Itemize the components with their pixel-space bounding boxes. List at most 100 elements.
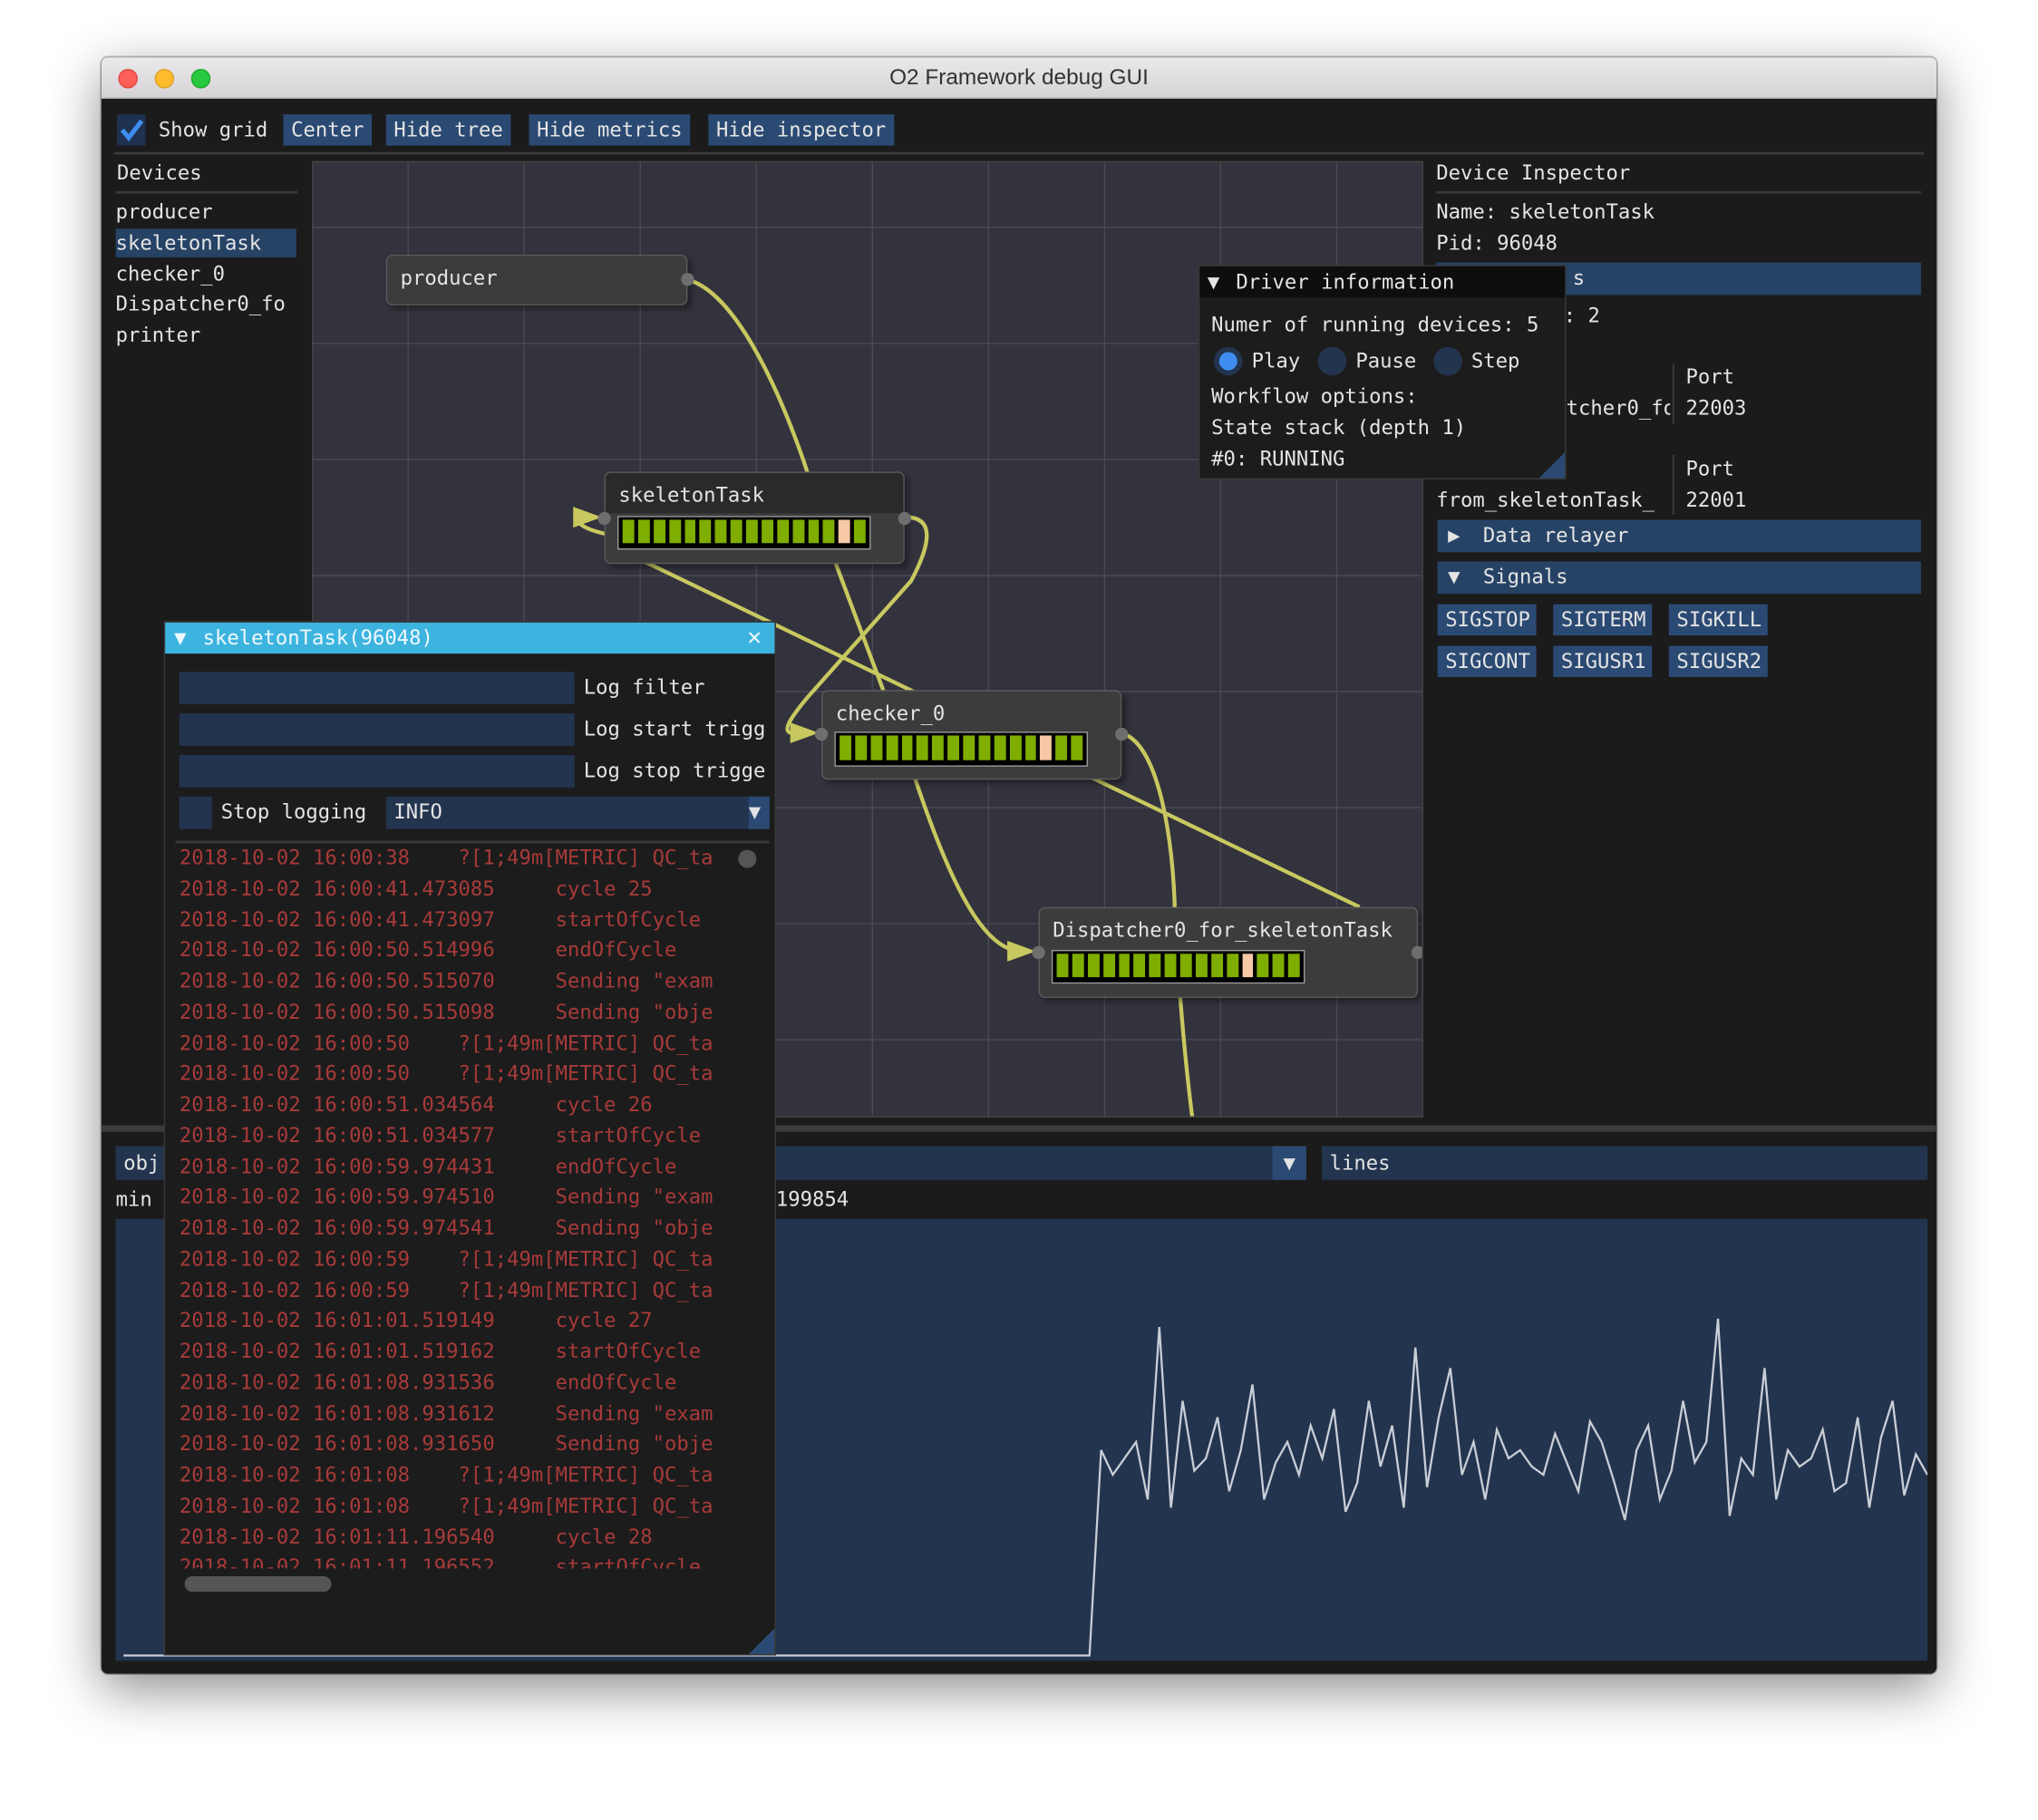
- node-title: producer: [400, 266, 498, 290]
- activity-segment: [870, 735, 882, 760]
- step-radio[interactable]: [1433, 346, 1462, 376]
- activity-segment: [776, 519, 789, 544]
- sigusr2-button[interactable]: SIGUSR2: [1668, 645, 1768, 677]
- hide-tree-button[interactable]: Hide tree: [385, 114, 511, 146]
- resize-grip-icon[interactable]: [748, 1628, 775, 1655]
- log-start-trigger-input[interactable]: [179, 713, 575, 746]
- stop-logging-label: Stop logging: [220, 800, 367, 824]
- output-port[interactable]: [898, 511, 912, 526]
- activity-segment: [901, 735, 913, 760]
- show-grid-label: Show grid: [158, 118, 268, 142]
- log-line: 2018-10-02 16:00:41.473085 cycle 25: [179, 876, 653, 901]
- step-label: Step: [1470, 349, 1520, 373]
- activity-segment: [1287, 954, 1300, 978]
- input-port[interactable]: [814, 727, 829, 741]
- activity-segment: [978, 735, 991, 760]
- caret-down-icon: ▼: [1448, 565, 1461, 589]
- log-line: 2018-10-02 16:01:01.519162 startOfCycle: [179, 1340, 702, 1363]
- data-relayer-header[interactable]: ▶ Data relayer: [1437, 519, 1921, 553]
- activity-segment: [1164, 954, 1177, 978]
- horizontal-scrollbar-thumb[interactable]: [184, 1576, 332, 1592]
- activity-segment: [622, 519, 635, 544]
- caret-down-icon[interactable]: ▼: [1208, 269, 1219, 295]
- log-line: 2018-10-02 16:01:11.196552 startOfCycle: [179, 1555, 702, 1569]
- devices-list: producer skeletonTask checker_0 Dispatch…: [116, 198, 298, 353]
- node-checker[interactable]: checker_0: [814, 690, 1129, 780]
- log-line: 2018-10-02 16:00:59.974541 Sending "obje: [179, 1215, 713, 1240]
- activity-segment: [808, 519, 820, 544]
- toolbar-separator: [114, 151, 1924, 155]
- devices-title: Devices: [117, 160, 202, 185]
- activity-segment: [1102, 954, 1115, 978]
- resize-grip-icon[interactable]: [1538, 451, 1566, 479]
- port-header: Port: [1685, 457, 1734, 481]
- activity-segment: [1272, 954, 1285, 978]
- log-line: 2018-10-02 16:00:50 ?[1;49m[METRIC] QC_t…: [179, 1031, 713, 1055]
- input-port[interactable]: [1032, 945, 1045, 960]
- sigcont-button[interactable]: SIGCONT: [1437, 645, 1537, 677]
- activity-bar: [834, 731, 1088, 767]
- sigusr1-button[interactable]: SIGUSR1: [1553, 645, 1653, 677]
- vertical-scrollbar-thumb[interactable]: [738, 849, 757, 868]
- log-line: 2018-10-02 16:01:08.931650 Sending "obje: [179, 1432, 713, 1457]
- activity-segment: [1133, 954, 1146, 978]
- sigterm-button[interactable]: SIGTERM: [1553, 604, 1653, 636]
- node-title: skeletonTask: [618, 483, 764, 508]
- log-level-select[interactable]: INFO ▼: [385, 796, 770, 829]
- output-port[interactable]: [681, 273, 694, 286]
- show-grid-checkbox[interactable]: [117, 114, 146, 146]
- log-level-value: INFO: [393, 800, 442, 824]
- activity-segment: [1056, 954, 1069, 978]
- log-line: 2018-10-02 16:00:50 ?[1;49m[METRIC] QC_t…: [179, 1061, 713, 1086]
- activity-segment: [1009, 735, 1022, 760]
- log-stop-trigger-input[interactable]: [179, 754, 575, 788]
- activity-bar: [1051, 950, 1305, 984]
- chevron-down-icon[interactable]: ▼: [1272, 1146, 1306, 1180]
- log-filter-input[interactable]: [179, 672, 575, 705]
- close-icon[interactable]: ✕: [747, 624, 762, 652]
- activity-segment: [1055, 735, 1068, 760]
- center-button[interactable]: Center: [283, 114, 373, 146]
- activity-segment: [1071, 735, 1083, 760]
- node-producer[interactable]: producer: [385, 254, 694, 305]
- activity-segment: [714, 519, 727, 544]
- activity-segment: [1118, 954, 1131, 978]
- device-item-printer[interactable]: printer: [116, 321, 298, 352]
- workflow-options: Workflow options:: [1211, 384, 1418, 409]
- chevron-down-icon[interactable]: ▼: [748, 796, 770, 829]
- signals-header[interactable]: ▼ Signals: [1437, 561, 1921, 595]
- log-line: 2018-10-02 16:00:38 ?[1;49m[METRIC] QC_t…: [179, 846, 713, 870]
- output-port[interactable]: [1115, 727, 1129, 741]
- pause-radio[interactable]: [1317, 346, 1347, 376]
- activity-segment: [1241, 954, 1254, 978]
- driver-info-window[interactable]: ▼ Driver information Numer of running de…: [1198, 265, 1567, 480]
- node-dispatcher[interactable]: Dispatcher0_for_skeletonTask: [1032, 906, 1422, 999]
- device-item-dispatcher[interactable]: Dispatcher0_fo: [116, 290, 298, 321]
- activity-segment: [1179, 954, 1192, 978]
- plot-style-select[interactable]: lines: [1322, 1146, 1928, 1180]
- play-radio[interactable]: [1214, 346, 1243, 376]
- log-window[interactable]: ▼ skeletonTask(96048) ✕ Log filter Log s…: [163, 621, 776, 1656]
- caret-right-icon: ▶: [1448, 523, 1461, 547]
- log-view[interactable]: 2018-10-02 16:00:38 ?[1;49m[METRIC] QC_t…: [165, 843, 733, 1568]
- hide-inspector-button[interactable]: Hide inspector: [708, 114, 894, 146]
- log-filter-label: Log filter: [583, 675, 705, 700]
- output-port[interactable]: [1411, 945, 1422, 960]
- node-skeletontask[interactable]: skeletonTask: [597, 471, 912, 565]
- log-line: 2018-10-02 16:01:08 ?[1;49m[METRIC] QC_t…: [179, 1494, 713, 1518]
- port-header: Port: [1685, 364, 1734, 389]
- stop-logging-checkbox[interactable]: [179, 796, 212, 829]
- column-separator: [1673, 454, 1674, 515]
- caret-down-icon[interactable]: ▼: [174, 625, 186, 652]
- link-checker-dispatcher: [1120, 731, 1178, 916]
- min-label: min: [115, 1187, 152, 1212]
- device-name: Name: skeletonTask: [1436, 199, 1655, 224]
- sigstop-button[interactable]: SIGSTOP: [1437, 604, 1537, 636]
- input-port[interactable]: [597, 511, 611, 526]
- sigkill-button[interactable]: SIGKILL: [1668, 604, 1768, 636]
- column-separator: [1673, 363, 1674, 424]
- device-item-producer[interactable]: producer: [116, 198, 298, 228]
- device-item-skeletontask[interactable]: skeletonTask: [116, 228, 298, 259]
- hide-metrics-button[interactable]: Hide metrics: [529, 114, 691, 146]
- device-item-checker[interactable]: checker_0: [116, 259, 298, 290]
